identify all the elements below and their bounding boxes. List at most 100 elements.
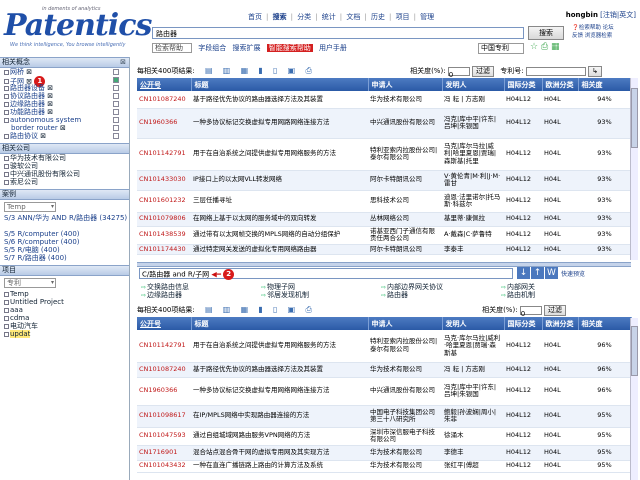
- title-link[interactable]: 三层任播寻址: [191, 190, 368, 212]
- concept-label[interactable]: 功能路由器: [10, 108, 45, 116]
- company-item[interactable]: 骏软公司: [0, 162, 129, 170]
- nav-history[interactable]: 历史: [371, 13, 385, 21]
- pubno-link[interactable]: CN101142791: [137, 138, 191, 170]
- case-label[interactable]: S/3 ANN/华为 AND R/路由器 (34275): [4, 214, 127, 222]
- col-ecla[interactable]: 欧洲分类: [542, 317, 578, 330]
- case-label[interactable]: S/6 R/computer (400): [4, 238, 80, 246]
- quick-preview-link[interactable]: 快速预览: [561, 269, 585, 278]
- pubno-link[interactable]: CN101079806: [137, 212, 191, 226]
- nav-project[interactable]: 项目: [396, 13, 410, 21]
- field-combo-link[interactable]: 字段组合: [198, 44, 226, 52]
- table-row[interactable]: CN101079806在网络上基于以太网的服务域中的双向转发丛林网络公司基里蒂·…: [137, 212, 631, 226]
- concept-label[interactable]: 路由协议: [10, 132, 38, 140]
- concept-item[interactable]: 路由协议 ⊠: [0, 132, 129, 140]
- pubno-link[interactable]: CN1960366: [137, 108, 191, 138]
- list-icon[interactable]: ▤: [205, 66, 213, 75]
- col-title[interactable]: 标题: [191, 317, 368, 330]
- checkbox-icon[interactable]: [4, 164, 9, 169]
- checkbox-icon[interactable]: [4, 110, 9, 115]
- cases-select[interactable]: Temp: [4, 202, 56, 212]
- scrollbar-thumb[interactable]: [631, 88, 638, 148]
- search-expand-link[interactable]: 搜索扩展: [232, 44, 260, 52]
- concept-checkbox[interactable]: [113, 117, 119, 123]
- concept-checkbox[interactable]: [113, 109, 119, 115]
- chart-icon[interactable]: ▦: [551, 42, 560, 52]
- col-ecla[interactable]: 欧洲分类: [542, 78, 578, 91]
- title-link[interactable]: 通过带有以太网帧交换的MPLS网络的自动分组保护: [191, 226, 368, 244]
- checkbox-icon[interactable]: [4, 86, 9, 91]
- help-link[interactable]: 检索帮助: [579, 25, 601, 31]
- title-link[interactable]: 一种多协议标记交换虚拟专用网络网络连接方法: [191, 377, 368, 405]
- checkbox-icon[interactable]: [4, 102, 9, 107]
- filter-button[interactable]: 过滤: [472, 66, 494, 77]
- concept-label[interactable]: 网桥: [10, 68, 24, 76]
- table-row[interactable]: CN101043432一种在直连广播链路上路由的计算方法及系统华为技术有限公司张…: [137, 460, 631, 472]
- col-inventor[interactable]: 发明人: [442, 317, 504, 330]
- print-icon[interactable]: ⎙: [305, 66, 311, 75]
- forum-link[interactable]: 论坛: [603, 25, 614, 31]
- help-icon[interactable]: ❓: [572, 25, 579, 31]
- table-row[interactable]: CN101438539通过带有以太网帧交换的MPLS网络的自动分组保护诺基亚西门…: [137, 226, 631, 244]
- down-arrow-icon[interactable]: ↓: [517, 267, 530, 279]
- tree-node[interactable]: 路由器: [381, 290, 408, 300]
- checkbox-icon[interactable]: [4, 332, 9, 337]
- company-item[interactable]: 华为技术有限公司: [0, 154, 129, 162]
- results-bottom-scrollbar[interactable]: [630, 318, 638, 480]
- case-label[interactable]: S/7 R/路由器 (400): [4, 254, 67, 262]
- table-row[interactable]: CN101601232三层任播寻址思科技术公司迪恩·法里诺尔|托马斯·科兹尔H0…: [137, 190, 631, 212]
- projects-select[interactable]: 专利: [4, 278, 56, 288]
- col-relevance[interactable]: 相关度: [578, 317, 631, 330]
- nav-search[interactable]: 搜索: [273, 13, 287, 21]
- case-item[interactable]: S/5 R/电脑 (400): [0, 246, 129, 254]
- company-label[interactable]: 华为技术有限公司: [10, 154, 66, 162]
- case-item[interactable]: S/7 R/路由器 (400): [0, 254, 129, 262]
- country-select[interactable]: 中国专利: [478, 43, 524, 54]
- help-select[interactable]: 检索帮助: [152, 43, 192, 53]
- nav-stats[interactable]: 统计: [322, 13, 336, 21]
- pubno-link[interactable]: CN1960366: [137, 377, 191, 405]
- print-icon[interactable]: ⎙: [541, 42, 548, 52]
- checkbox-icon[interactable]: [4, 324, 9, 329]
- project-label[interactable]: aaa: [10, 306, 23, 314]
- table-row[interactable]: CN1716901混合站点混合骨干网的虚拟专用网及其实现方法华为技术有限公司李德…: [137, 445, 631, 460]
- case-label[interactable]: S/5 R/电脑 (400): [4, 246, 60, 254]
- pubno-link[interactable]: CN101047593: [137, 427, 191, 445]
- title-link[interactable]: 混合站点混合骨干网的虚拟专用网及其实现方法: [191, 445, 368, 460]
- project-item[interactable]: updat: [0, 330, 129, 338]
- title-link[interactable]: 用于在自治系统之间提供虚拟专用网络服务的方法: [191, 330, 368, 362]
- pubno-link[interactable]: CN101438539: [137, 226, 191, 244]
- checkbox-icon[interactable]: [4, 300, 9, 305]
- bar-chart-icon[interactable]: ▮: [258, 305, 262, 314]
- col-ipc[interactable]: 国际分类: [504, 317, 542, 330]
- checkbox-icon[interactable]: [4, 118, 9, 123]
- concept-item[interactable]: 功能路由器 ⊠: [0, 108, 129, 116]
- concept-label[interactable]: autonomous system: [10, 116, 81, 124]
- list-icon[interactable]: ▤: [205, 305, 213, 314]
- title-link[interactable]: 一种在直连广播链路上路由的计算方法及系统: [191, 460, 368, 472]
- concept-checkbox[interactable]: [113, 101, 119, 107]
- relevance-input[interactable]: 0: [448, 67, 470, 76]
- patent-no-input[interactable]: [526, 67, 586, 76]
- export-icon[interactable]: ▣: [288, 305, 296, 314]
- stats-icon[interactable]: ▯: [273, 66, 277, 75]
- main-search-input[interactable]: 路由器: [152, 27, 524, 39]
- concept-item[interactable]: 子网 ⊠ 1: [0, 76, 129, 84]
- concept-item[interactable]: 网桥 ⊠: [0, 68, 129, 76]
- pubno-link[interactable]: CN101174430: [137, 244, 191, 255]
- filter-button[interactable]: 过滤: [544, 305, 566, 316]
- table-row[interactable]: CN101098617在IP/MPLS网络中实现路由器连接的方法中国电子科技集团…: [137, 405, 631, 427]
- case-label[interactable]: S/5 R/computer (400): [4, 230, 80, 238]
- pubno-link[interactable]: CN101142791: [137, 330, 191, 362]
- company-label[interactable]: 中兴通讯股份有限公司: [10, 170, 80, 178]
- concept-label[interactable]: 协议路由器: [10, 92, 45, 100]
- concept-checkbox[interactable]: [113, 133, 119, 139]
- title-link[interactable]: 在网络上基于以太网的服务域中的双向转发: [191, 212, 368, 226]
- checkbox-icon[interactable]: [4, 180, 9, 185]
- case-item[interactable]: S/3 ANN/华为 AND R/路由器 (34275): [0, 214, 129, 230]
- company-item[interactable]: 中兴通讯股份有限公司: [0, 170, 129, 178]
- company-label[interactable]: 索尼公司: [10, 178, 38, 186]
- concept-label[interactable]: 路由器设备: [10, 84, 45, 92]
- smart-search-help-link[interactable]: 智能搜索帮助: [267, 44, 313, 52]
- concept-item[interactable]: 协议路由器 ⊠: [0, 92, 129, 100]
- project-label[interactable]: Temp: [10, 290, 29, 298]
